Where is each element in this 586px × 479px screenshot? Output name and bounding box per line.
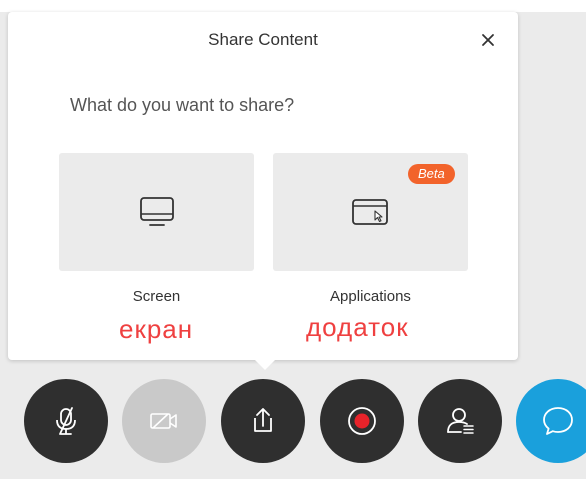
screen-annotation-text: екран xyxy=(119,314,194,344)
chat-button[interactable] xyxy=(516,379,586,463)
participants-button[interactable] xyxy=(418,379,502,463)
screen-option-label: Screen xyxy=(132,288,181,305)
mute-microphone-button[interactable] xyxy=(24,379,108,463)
share-icon xyxy=(254,408,272,432)
share-question: What do you want to share? xyxy=(70,95,295,115)
meeting-stage: Share Content What do you want to share?… xyxy=(0,12,586,479)
cropped-text-strip xyxy=(0,0,586,12)
applications-annotation-text: додаток xyxy=(306,312,409,342)
beta-badge: Beta xyxy=(408,164,455,184)
camera-off-icon xyxy=(150,413,177,429)
participants-icon xyxy=(447,408,474,434)
applications-option-label: Applications xyxy=(330,288,411,305)
close-button[interactable] xyxy=(476,28,500,52)
share-screen-option[interactable] xyxy=(59,153,254,271)
close-icon xyxy=(482,34,494,46)
panel-title: Share Content xyxy=(208,30,318,49)
record-button[interactable] xyxy=(320,379,404,463)
share-applications-option[interactable]: Beta xyxy=(273,153,468,271)
video-button[interactable] xyxy=(122,379,206,463)
monitor-icon xyxy=(140,197,174,226)
panel-pointer-arrow xyxy=(253,358,277,370)
record-icon xyxy=(348,407,376,435)
chat-icon xyxy=(543,407,573,435)
share-content-panel: Share Content What do you want to share?… xyxy=(8,12,518,360)
share-button[interactable] xyxy=(221,379,305,463)
application-window-icon xyxy=(352,199,388,225)
microphone-off-icon xyxy=(56,407,76,435)
